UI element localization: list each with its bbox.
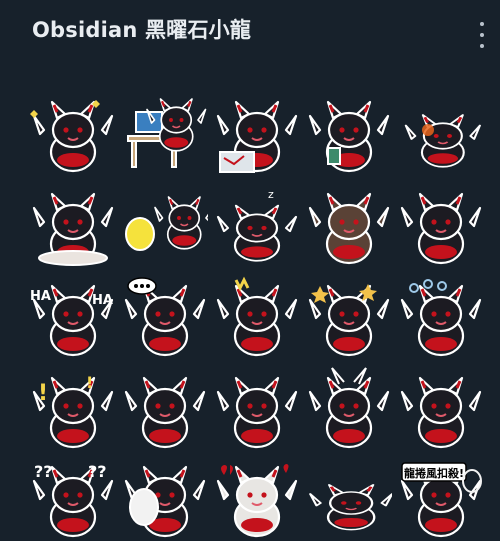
dragon-sticker: ! ! — [32, 373, 114, 449]
dragon-sticker — [216, 100, 298, 173]
sticker-12-speech-dots[interactable] — [122, 274, 208, 360]
sticker-sign-text: 龍捲風扣殺! — [404, 466, 464, 480]
dragon-sticker — [400, 192, 482, 265]
dragon-sticker — [124, 465, 206, 538]
sticker-18-thinking[interactable] — [214, 366, 300, 452]
dragon-sticker — [400, 376, 482, 449]
sticker-9-tan-dragon[interactable] — [306, 182, 392, 268]
dragon-sticker — [216, 276, 298, 357]
dragon-sticker — [309, 484, 392, 531]
dragon-sticker — [308, 284, 390, 357]
sticker-11-laughing-ha[interactable]: HA HA — [30, 274, 116, 360]
dragon-sticker: HA HA — [30, 284, 114, 357]
dragon-sticker — [32, 192, 114, 266]
sticker-21-question-marks[interactable]: ?? ?? — [30, 455, 116, 541]
dragon-sticker: ?? ?? — [32, 462, 114, 538]
sticker-8-sleeping[interactable]: z — [214, 182, 300, 268]
sticker-5-lying-glow[interactable] — [398, 90, 484, 176]
sticker-3-laptop-shout[interactable] — [214, 90, 300, 176]
sticker-25-sign-badminton[interactable]: 龍捲風扣殺! — [398, 455, 484, 541]
sticker-4-angry-phone[interactable] — [306, 90, 392, 176]
sticker-13-shout[interactable] — [214, 274, 300, 360]
dragon-sticker — [400, 279, 482, 357]
sticker-16-exclaim[interactable]: ! ! — [30, 366, 116, 452]
sticker-15-dizzy[interactable] — [398, 274, 484, 360]
sticker-24-lying-flat[interactable] — [306, 455, 392, 541]
dragon-sticker — [125, 196, 208, 251]
sticker-grid: z HA HA ! ! ?? ?? 龍捲風扣殺! — [0, 0, 500, 538]
sticker-6-sitting-plate[interactable] — [30, 182, 116, 268]
dragon-sticker — [216, 376, 298, 449]
dragon-sticker — [308, 100, 390, 173]
sticker-19-horned[interactable] — [306, 366, 392, 452]
dragon-sticker — [30, 100, 114, 173]
dragon-sticker: z — [216, 188, 298, 262]
sticker-10-sitting-happy[interactable] — [398, 182, 484, 268]
svg-text:!: ! — [86, 373, 93, 392]
sticker-2-at-computer-desk[interactable] — [122, 90, 208, 176]
sticker-23-hearts-white[interactable] — [214, 455, 300, 541]
sticker-7-lemon[interactable] — [122, 182, 208, 268]
svg-text:HA: HA — [30, 289, 51, 304]
svg-text:!: ! — [38, 381, 48, 406]
svg-text:HA: HA — [92, 293, 113, 308]
dragon-sticker — [124, 376, 206, 449]
dragon-sticker — [124, 277, 206, 357]
sticker-1-sparkle-wings[interactable] — [30, 90, 116, 176]
sticker-17-crying[interactable] — [122, 366, 208, 452]
sticker-22-hug[interactable] — [122, 455, 208, 541]
dragon-sticker — [216, 464, 298, 538]
sticker-14-star-sparkle[interactable] — [306, 274, 392, 360]
svg-text:??: ?? — [34, 462, 53, 481]
dragon-sticker — [308, 367, 390, 449]
svg-text:??: ?? — [88, 462, 107, 481]
dragon-sticker: 龍捲風扣殺! — [400, 462, 482, 538]
dragon-sticker — [127, 98, 207, 168]
dragon-sticker — [308, 192, 390, 265]
sticker-20-bored[interactable] — [398, 366, 484, 452]
svg-text:z: z — [268, 188, 274, 201]
dragon-sticker — [404, 114, 481, 168]
